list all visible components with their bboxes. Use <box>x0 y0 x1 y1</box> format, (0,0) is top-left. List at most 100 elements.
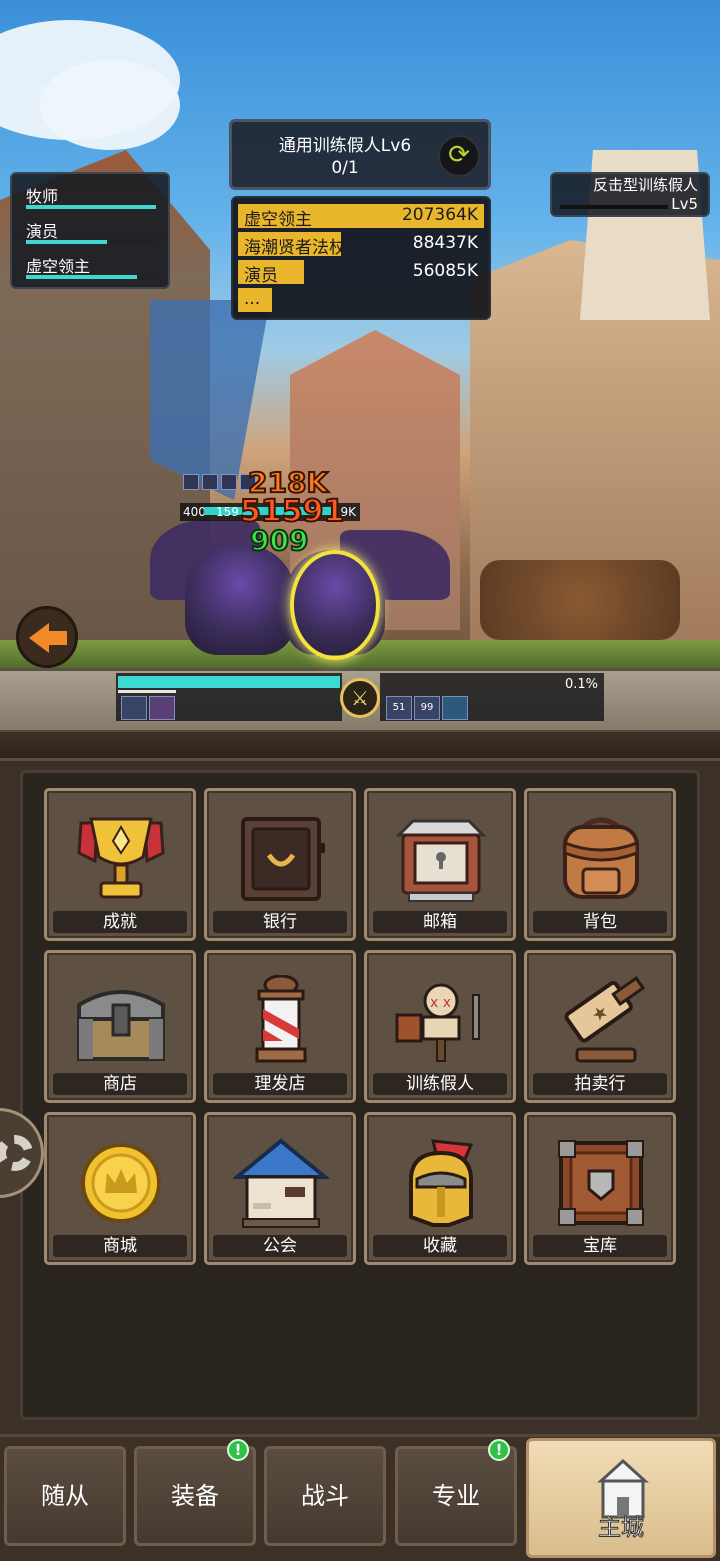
skill-icon <box>121 696 147 720</box>
notification-badge: ! <box>227 1439 249 1461</box>
hero-name: 虚空领主 <box>26 257 91 276</box>
vault-crate-icon <box>558 1140 644 1226</box>
buff-icon: 51 <box>386 696 412 720</box>
damage-source: 演员 <box>244 266 278 286</box>
target-panel: 通用训练假人Lv6 0/1 ⟳ <box>229 119 491 190</box>
refresh-icon[interactable]: ⟳ <box>438 135 480 177</box>
menu-label: 成就 <box>53 911 187 933</box>
target-progress: 0/1 <box>331 158 359 178</box>
menu-label: 收藏 <box>373 1235 507 1257</box>
menu-label: 银行 <box>213 911 347 933</box>
tab-label: 战斗 <box>301 1482 349 1510</box>
back-arrow-icon[interactable] <box>16 606 78 668</box>
damage-value: 56085K <box>412 261 478 281</box>
buff-icon <box>183 474 199 490</box>
chest-icon <box>77 990 165 1061</box>
tab-label: 随从 <box>41 1482 89 1510</box>
buff-icon: 99 <box>414 696 440 720</box>
damage-row: 演员 56085K <box>238 258 484 286</box>
versus-icon: ⚔ <box>340 678 380 718</box>
boss-buffs <box>183 474 256 492</box>
menu-label: 训练假人 <box>373 1073 507 1095</box>
hero-name: 演员 <box>26 222 59 241</box>
damage-row: 虚空领主 207364K <box>238 202 484 230</box>
menu-label: 拍卖行 <box>533 1073 667 1095</box>
hero-row[interactable]: 演员 <box>20 215 160 250</box>
team-hp-fill <box>118 676 340 688</box>
damage-value: 88437K <box>412 233 478 253</box>
menu-mailbox[interactable]: 邮箱 <box>364 788 516 941</box>
menu-label: 理发店 <box>213 1073 347 1095</box>
tab-main-city[interactable]: 主城 <box>526 1438 716 1558</box>
menu-guild[interactable]: 公会 <box>204 1112 356 1265</box>
hero-hp-bar <box>26 205 156 209</box>
damage-value: 207364K <box>401 205 478 225</box>
helmet-icon <box>409 1139 474 1227</box>
gold-coin-icon <box>81 1143 161 1223</box>
menu-label: 宝库 <box>533 1235 667 1257</box>
menu-label: 商店 <box>53 1073 187 1095</box>
safe-icon <box>241 817 325 901</box>
enemy-hp-bar <box>560 205 668 209</box>
notification-badge: ! <box>488 1439 510 1461</box>
damage-more: ... <box>244 289 261 309</box>
boss-level: 400 <box>183 505 206 519</box>
barber-pole-icon <box>255 975 307 1063</box>
trophy-icon <box>77 817 165 899</box>
hero-row[interactable]: 虚空领主 <box>20 250 160 285</box>
tab-battle[interactable]: 战斗 <box>264 1446 386 1546</box>
menu-auction[interactable]: ★ 拍卖行 <box>524 950 676 1103</box>
damage-source: 海潮贤者法杖 <box>244 238 346 258</box>
boss-hp-left: 159 <box>216 505 239 519</box>
menu-mall[interactable]: 商城 <box>44 1112 196 1265</box>
menu-achievements[interactable]: 成就 <box>44 788 196 941</box>
svg-text:x x: x x <box>430 995 451 1011</box>
panel-divider <box>0 730 720 760</box>
enemy-panel: 反击型训练假人 Lv5 <box>550 172 710 217</box>
damage-meter: 虚空领主 207364K 海潮贤者法杖 88437K 演员 56085K ... <box>231 196 491 320</box>
menu-shop[interactable]: 商店 <box>44 950 196 1103</box>
tab-equipment[interactable]: 装备 ! <box>134 1439 256 1546</box>
damage-row: 海潮贤者法杖 88437K <box>238 230 484 258</box>
menu-label: 商城 <box>53 1235 187 1257</box>
target-name: 通用训练假人Lv6 <box>278 136 412 156</box>
team-skill-icons <box>121 696 175 720</box>
game-screen: { "party": { "heroes": [ {"name": "牧师", … <box>0 0 720 1561</box>
tab-followers[interactable]: 随从 <box>4 1446 126 1546</box>
menu-barber[interactable]: 理发店 <box>204 950 356 1103</box>
menu-label: 邮箱 <box>373 911 507 933</box>
gavel-icon: ★ <box>564 976 646 1063</box>
tab-profession[interactable]: 专业 ! <box>395 1439 517 1546</box>
barrels <box>480 560 680 640</box>
buff-icon <box>221 474 237 490</box>
boss-monster <box>185 545 295 655</box>
tab-label: 装备 <box>171 1482 219 1510</box>
party-panel[interactable]: 牧师 演员 虚空领主 <box>10 172 170 289</box>
hero-hp-bar <box>26 275 156 279</box>
castle-icon <box>597 1458 649 1519</box>
menu-training-dummy[interactable]: x x 训练假人 <box>364 950 516 1103</box>
enemy-name: 反击型训练假人 <box>592 176 698 194</box>
buff-icon <box>202 474 218 490</box>
mailbox-icon <box>395 819 487 902</box>
hero-row[interactable]: 牧师 <box>20 180 160 215</box>
team-mana-fill <box>118 690 176 693</box>
menu-collection[interactable]: 收藏 <box>364 1112 516 1265</box>
guild-house-icon <box>233 1138 329 1228</box>
training-dummy-icon: x x <box>395 983 480 1062</box>
damage-row-more[interactable]: ... <box>238 286 484 314</box>
city-menu-grid: 成就 银行 邮箱 背包 商店 理发店 x x 训练假人 ★ 拍卖行 商城 公会 … <box>44 788 676 1265</box>
menu-label: 背包 <box>533 911 667 933</box>
menu-vault[interactable]: 宝库 <box>524 1112 676 1265</box>
menu-backpack[interactable]: 背包 <box>524 788 676 941</box>
buff-icon <box>442 696 468 720</box>
tab-label: 专业 <box>432 1482 480 1510</box>
enemy-buff-icons: 51 99 <box>386 696 468 720</box>
battle-scene: 400 159 9K 218K 51591 909 牧师 演员 虚空领主 通用训… <box>0 0 720 730</box>
backpack-icon <box>563 817 639 899</box>
damage-source: 虚空领主 <box>244 210 312 230</box>
tab-label: 主城 <box>598 1515 645 1542</box>
enemy-hp-percent: 0.1% <box>564 677 598 692</box>
menu-bank[interactable]: 银行 <box>204 788 356 941</box>
spell-ring-effect <box>290 550 380 660</box>
